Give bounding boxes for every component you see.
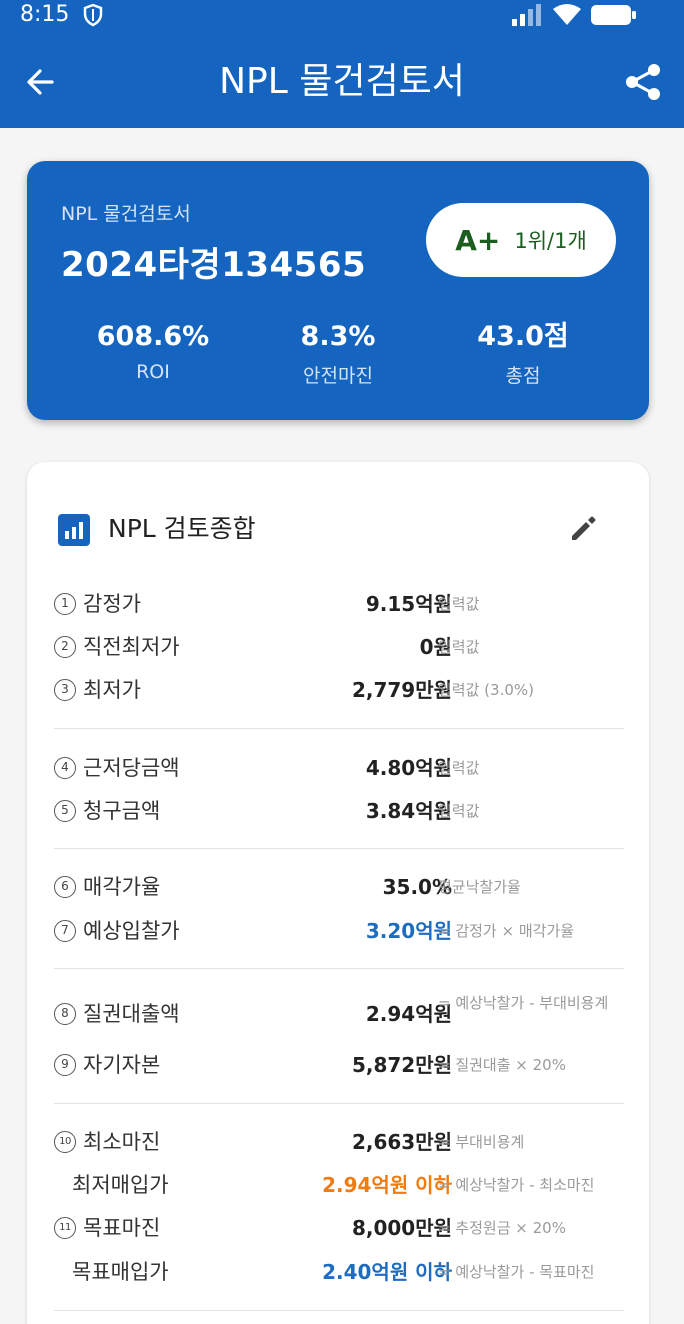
page-title: NPL 물건검토서 (219, 61, 465, 102)
review-card: NPL 검토종합 1 감정가 9.15억원 입력값 2 직전최저가 0원 입력값… (27, 462, 649, 1324)
row-label: 직전최저가 (83, 635, 180, 659)
battery-icon (591, 5, 636, 25)
row-note: 입력값 (438, 638, 480, 656)
row-label: 예상입찰가 (83, 919, 180, 943)
row-number: 5 (54, 800, 76, 822)
review-row: 6 매각가율 35.0% 평균낙찰가율 (54, 873, 624, 903)
stat-roi: 608.6% ROI (53, 319, 253, 383)
row-note: 입력값 (438, 759, 480, 777)
stat-safety-margin: 8.3% 안전마진 (238, 319, 438, 388)
review-card-title: NPL 검토종합 (108, 514, 256, 543)
row-note: = 추정원금 × 20% (438, 1219, 566, 1237)
stat-total-score-label: 총점 (505, 365, 541, 387)
app-bar: 8:15 NPL 물건검토서 (0, 0, 684, 128)
stat-roi-label: ROI (136, 361, 170, 383)
wifi-icon (553, 4, 581, 25)
row-number: 11 (54, 1217, 76, 1239)
review-card-header: NPL 검토종합 (58, 510, 598, 550)
divider (54, 968, 624, 969)
row-value: 8,000만원 (351, 1216, 452, 1240)
stat-safety-margin-value: 8.3% (300, 321, 376, 352)
row-value: 2,663만원 (351, 1130, 452, 1154)
row-number: 1 (54, 593, 76, 615)
row-label: 매각가율 (83, 875, 161, 899)
review-row: 5 청구금액 3.84억원 입력값 (54, 797, 624, 827)
row-label: 근저당금액 (83, 756, 180, 780)
summary-subtitle: NPL 물건검토서 (61, 203, 191, 225)
review-row: 8 질권대출액 2.94억원 = 예상낙찰가 - 부대비용계 (54, 994, 624, 1030)
divider (54, 848, 624, 849)
shield-icon (83, 3, 103, 27)
row-number: 9 (54, 1054, 76, 1076)
review-row: 11 목표마진 8,000만원 = 추정원금 × 20% (54, 1214, 624, 1244)
row-label: 질권대출액 (83, 1002, 180, 1026)
row-note: = 예상낙찰가 - 목표마진 (438, 1263, 595, 1281)
grade-badge: A+ 1위/1개 (426, 203, 616, 277)
rank-value: 1위/1개 (514, 229, 587, 253)
status-bar: 8:15 (0, 0, 684, 30)
stat-safety-margin-label: 안전마진 (303, 365, 373, 387)
signal-icon (512, 4, 541, 26)
row-number: 3 (54, 679, 76, 701)
row-note: = 감정가 × 매각가율 (438, 922, 575, 940)
share-icon[interactable] (622, 62, 664, 102)
row-value: 5,872만원 (351, 1053, 452, 1077)
row-number: 6 (54, 876, 76, 898)
divider (54, 728, 624, 729)
row-note: = 질권대출 × 20% (438, 1056, 566, 1074)
row-label: 목표마진 (83, 1216, 161, 1240)
review-row: 3 최저가 2,779만원 입력값 (3.0%) (54, 676, 624, 706)
row-number: 4 (54, 757, 76, 779)
review-row: 7 예상입찰가 3.20억원 = 감정가 × 매각가율 (54, 917, 624, 947)
row-label: 최소마진 (83, 1130, 161, 1154)
row-number: 2 (54, 636, 76, 658)
row-note: = 예상낙찰가 - 부대비용계 (438, 994, 609, 1012)
row-label: 자기자본 (83, 1053, 161, 1077)
row-note: 입력값 (438, 595, 480, 613)
status-time: 8:15 (20, 2, 70, 27)
row-label: 청구금액 (83, 799, 161, 823)
review-row: 4 근저당금액 4.80억원 입력값 (54, 754, 624, 784)
bar-chart-icon (58, 514, 90, 546)
review-row: 목표매입가 2.40억원 이하 = 예상낙찰가 - 목표마진 (54, 1258, 624, 1288)
row-value: 2,779만원 (351, 678, 452, 702)
row-note: 입력값 (3.0%) (438, 681, 534, 699)
row-value: 2.94억원 이하 (322, 1173, 452, 1197)
row-number: 7 (54, 920, 76, 942)
summary-card: NPL 물건검토서 2024타경134565 A+ 1위/1개 608.6% R… (27, 161, 649, 420)
divider (54, 1103, 624, 1104)
edit-pencil-icon[interactable] (568, 514, 598, 544)
row-note: = 부대비용계 (438, 1133, 525, 1151)
review-row: 2 직전최저가 0원 입력값 (54, 633, 624, 663)
row-note: = 예상낙찰가 - 최소마진 (438, 1176, 595, 1194)
review-row: 10 최소마진 2,663만원 = 부대비용계 (54, 1128, 624, 1158)
stat-roi-value: 608.6% (96, 321, 210, 352)
row-number: 8 (54, 1003, 76, 1025)
divider (54, 1310, 624, 1311)
row-label: 목표매입가 (72, 1260, 169, 1284)
stat-total-score-value: 43.0점 (477, 321, 569, 352)
grade-value: A+ (455, 223, 501, 257)
row-value: 2.40억원 이하 (322, 1260, 452, 1284)
row-note: 평균낙찰가율 (438, 878, 521, 896)
row-note: 입력값 (438, 802, 480, 820)
case-number: 2024타경134565 (61, 245, 367, 285)
stat-total-score: 43.0점 총점 (423, 319, 623, 388)
row-label: 감정가 (83, 592, 141, 616)
row-label: 최저가 (83, 678, 141, 702)
review-row: 9 자기자본 5,872만원 = 질권대출 × 20% (54, 1051, 624, 1081)
row-number: 10 (54, 1131, 76, 1153)
review-row: 1 감정가 9.15억원 입력값 (54, 590, 624, 620)
row-label: 최저매입가 (72, 1173, 169, 1197)
review-row: 최저매입가 2.94억원 이하 = 예상낙찰가 - 최소마진 (54, 1171, 624, 1201)
